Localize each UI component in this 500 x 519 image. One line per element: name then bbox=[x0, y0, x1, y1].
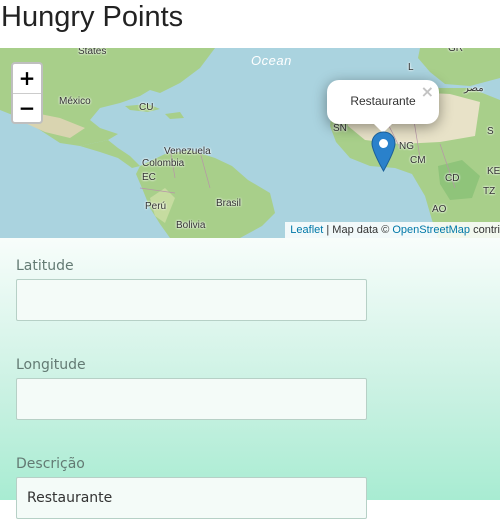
attribution-rest: contri bbox=[470, 224, 500, 236]
map-label-cu: CU bbox=[139, 102, 154, 113]
point-form: Latitude Longitude Descrição bbox=[0, 238, 500, 519]
longitude-label: Longitude bbox=[16, 357, 86, 373]
map-label-ao: AO bbox=[432, 204, 447, 215]
map-label-bolivia: Bolivia bbox=[176, 220, 206, 231]
zoom-control: + − bbox=[11, 62, 43, 124]
map-label-ke: KE bbox=[487, 166, 500, 177]
attribution-separator: | Map data © bbox=[323, 224, 393, 236]
map-label-l: L bbox=[408, 62, 414, 73]
map-label-brasil: Brasil bbox=[216, 198, 242, 209]
leaflet-link[interactable]: Leaflet bbox=[290, 224, 323, 236]
map-label-sn: SN bbox=[333, 123, 347, 134]
map-attribution: Leaflet | Map data © OpenStreetMap contr… bbox=[285, 222, 500, 238]
map-label-s: S bbox=[487, 126, 494, 137]
map-label-venezuela: Venezuela bbox=[164, 146, 211, 157]
map-tiles bbox=[0, 48, 500, 238]
ocean-label: Ocean bbox=[251, 53, 292, 68]
map-label-gr: GR bbox=[448, 48, 463, 54]
description-label: Descrição bbox=[16, 456, 85, 472]
map-label-ec: EC bbox=[142, 172, 156, 183]
map-label-cd: CD bbox=[445, 173, 460, 184]
map-label-cm: CM bbox=[410, 155, 426, 166]
page-title: Hungry Points bbox=[1, 1, 184, 33]
map-label-peru: Perú bbox=[145, 201, 167, 212]
longitude-input[interactable] bbox=[16, 378, 367, 420]
map-label-misr: مصر bbox=[464, 83, 484, 94]
map-label-colombia: Colombia bbox=[142, 158, 185, 169]
latitude-label: Latitude bbox=[16, 258, 74, 274]
popup-text: Restaurante bbox=[350, 94, 416, 108]
osm-link[interactable]: OpenStreetMap bbox=[392, 224, 470, 236]
map-label-states: States bbox=[78, 48, 107, 57]
map-label-mexico: México bbox=[59, 96, 91, 107]
zoom-out-button[interactable]: − bbox=[13, 94, 41, 122]
description-input[interactable] bbox=[16, 477, 367, 519]
map-popup: × Restaurante bbox=[327, 80, 439, 133]
map-marker-icon[interactable] bbox=[371, 131, 396, 172]
map-label-ng: NG bbox=[399, 141, 414, 152]
latitude-input[interactable] bbox=[16, 279, 367, 321]
map-label-tz: TZ bbox=[483, 186, 496, 197]
zoom-in-button[interactable]: + bbox=[13, 64, 41, 94]
map-view[interactable]: Ocean States México CU Venezuela Colombi… bbox=[0, 48, 500, 238]
